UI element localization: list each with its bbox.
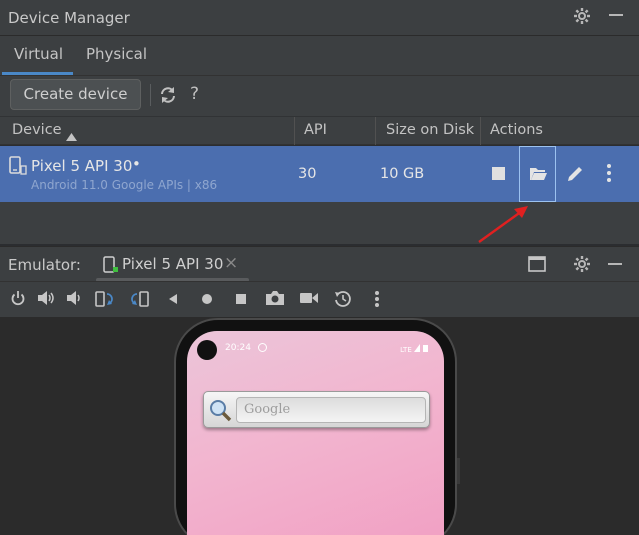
device-details: Android 11.0 Google APIs | x86 bbox=[31, 178, 218, 192]
search-placeholder: Google bbox=[244, 402, 291, 417]
toolbar-divider bbox=[150, 84, 151, 106]
phone-running-icon bbox=[103, 256, 119, 278]
annotation-arrow bbox=[478, 206, 528, 243]
stop-icon[interactable] bbox=[492, 167, 505, 180]
edit-pencil-icon[interactable] bbox=[566, 164, 585, 187]
magnifier-icon bbox=[208, 398, 232, 426]
toolbar: Create device ? bbox=[0, 76, 639, 116]
tab-bar: Virtual Physical bbox=[0, 36, 639, 76]
table-row[interactable]: Pixel 5 API 30 • Android 11.0 Google API… bbox=[0, 146, 639, 202]
back-icon[interactable] bbox=[162, 290, 184, 310]
tab-physical[interactable]: Physical bbox=[86, 45, 147, 63]
overview-icon[interactable] bbox=[230, 290, 252, 310]
column-api[interactable]: API bbox=[304, 122, 327, 138]
column-actions: Actions bbox=[490, 122, 543, 138]
column-divider[interactable] bbox=[375, 117, 376, 145]
tab-virtual[interactable]: Virtual bbox=[14, 45, 63, 63]
phone-screen[interactable]: 20:24 LTE Google bbox=[187, 331, 444, 535]
volume-down-icon[interactable] bbox=[63, 290, 85, 310]
minimize-icon[interactable] bbox=[607, 256, 623, 276]
phone-frame: 20:24 LTE Google bbox=[174, 318, 457, 535]
device-name: Pixel 5 API 30 bbox=[31, 157, 133, 175]
refresh-icon[interactable] bbox=[158, 85, 178, 105]
window-mode-icon[interactable] bbox=[528, 256, 546, 276]
phone-side-button bbox=[457, 458, 460, 484]
minimize-icon[interactable] bbox=[605, 7, 627, 29]
column-divider[interactable] bbox=[294, 117, 295, 145]
record-video-icon[interactable] bbox=[298, 290, 320, 310]
volume-up-icon[interactable] bbox=[35, 290, 57, 310]
rotate-left-icon[interactable] bbox=[94, 290, 116, 310]
title-bar: Device Manager bbox=[0, 0, 639, 36]
gear-icon[interactable] bbox=[573, 255, 591, 277]
device-size: 10 GB bbox=[380, 166, 425, 182]
rotate-right-icon[interactable] bbox=[128, 290, 150, 310]
column-divider[interactable] bbox=[480, 117, 481, 145]
close-tab-icon[interactable]: × bbox=[224, 253, 238, 273]
search-input[interactable]: Google bbox=[236, 397, 426, 423]
status-time: 20:24 bbox=[225, 343, 251, 353]
phone-device-icon bbox=[9, 156, 27, 180]
screenshot-camera-icon[interactable] bbox=[264, 290, 286, 310]
power-icon[interactable] bbox=[7, 290, 29, 310]
google-search-widget[interactable]: Google bbox=[203, 391, 430, 428]
snapshot-restore-icon[interactable] bbox=[332, 290, 354, 310]
window-title: Device Manager bbox=[8, 9, 130, 27]
more-options-icon[interactable] bbox=[606, 163, 612, 187]
home-icon[interactable] bbox=[196, 290, 218, 310]
active-tab-indicator bbox=[2, 72, 73, 75]
device-api: 30 bbox=[298, 166, 317, 182]
sort-ascending-icon bbox=[66, 126, 77, 145]
signal-icon bbox=[414, 344, 428, 352]
running-indicator: • bbox=[132, 155, 141, 173]
folder-open-icon bbox=[529, 166, 548, 186]
gear-icon[interactable] bbox=[571, 7, 593, 29]
emulator-tab-device[interactable]: Pixel 5 API 30 bbox=[122, 255, 223, 273]
emulator-label: Emulator: bbox=[8, 256, 81, 274]
emulator-header: Emulator: Pixel 5 API 30 × bbox=[0, 246, 639, 282]
status-signal: LTE bbox=[400, 344, 430, 354]
open-folder-button[interactable] bbox=[519, 146, 556, 202]
column-size[interactable]: Size on Disk bbox=[386, 122, 474, 138]
table-header: Device API Size on Disk Actions bbox=[0, 116, 639, 145]
column-device[interactable]: Device bbox=[12, 122, 62, 138]
camera-cutout bbox=[197, 340, 217, 360]
signal-label: LTE bbox=[400, 346, 412, 354]
emulator-toolbar bbox=[0, 281, 639, 317]
more-options-icon[interactable] bbox=[366, 290, 388, 310]
device-list-empty-area bbox=[0, 202, 639, 244]
status-notification-icon bbox=[258, 343, 267, 352]
create-device-button[interactable]: Create device bbox=[10, 79, 141, 110]
help-button[interactable]: ? bbox=[190, 84, 199, 104]
